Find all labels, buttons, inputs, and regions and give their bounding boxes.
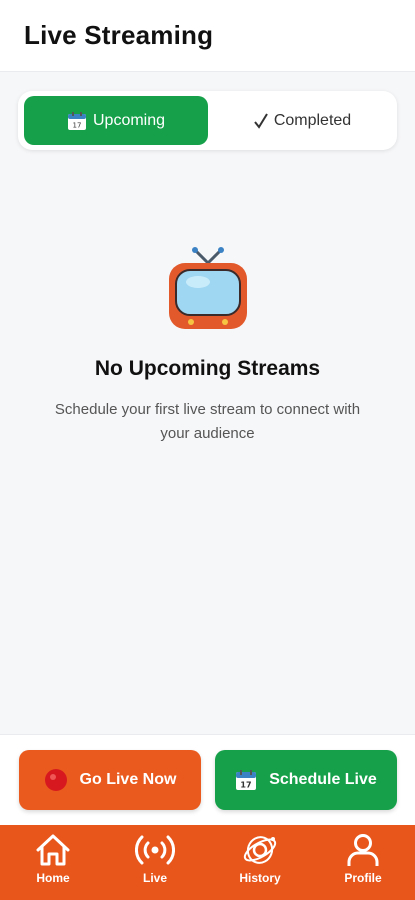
checkmark-icon [254, 112, 268, 129]
nav-item-home[interactable]: Home [8, 833, 98, 895]
history-icon [243, 836, 277, 864]
schedule-live-button[interactable]: 17 Schedule Live [215, 750, 397, 810]
calendar-icon: 17 [235, 769, 257, 791]
calendar-icon: 17 [67, 111, 87, 131]
svg-text:17: 17 [241, 781, 252, 790]
nav-item-profile[interactable]: Profile [318, 833, 408, 895]
nav-label-history: History [239, 871, 281, 885]
nav-label-profile: Profile [344, 871, 382, 885]
red-circle-icon [44, 768, 68, 792]
bottom-nav: Home Live History Profile [0, 825, 415, 900]
nav-label-home: Home [36, 871, 70, 885]
tv-icon [168, 247, 247, 329]
nav-label-live: Live [142, 871, 167, 885]
app-header: Live Streaming [0, 0, 415, 72]
empty-state-title: No Upcoming Streams [94, 357, 321, 380]
action-bar: Go Live Now 17 Schedule Live [0, 734, 415, 825]
tab-upcoming[interactable]: 17 Upcoming [24, 96, 208, 145]
nav-item-history[interactable]: History [215, 833, 305, 895]
svg-text:17: 17 [73, 121, 82, 129]
profile-icon [347, 834, 379, 866]
empty-state-subtitle: Schedule your first live stream to conne… [54, 401, 361, 442]
go-live-label: Go Live Now [79, 771, 177, 788]
page-title: Live Streaming [24, 20, 214, 50]
tab-completed[interactable]: Completed [214, 96, 391, 145]
nav-item-live[interactable]: Live [110, 833, 200, 895]
empty-state: No Upcoming Streams Schedule your first … [0, 245, 415, 442]
broadcast-icon [135, 835, 175, 865]
schedule-live-label: Schedule Live [269, 771, 377, 788]
tab-upcoming-label: Upcoming [92, 111, 166, 129]
go-live-button[interactable]: Go Live Now [19, 750, 201, 810]
home-icon [36, 834, 70, 866]
tab-bar: 17 Upcoming Completed [18, 91, 397, 150]
tab-completed-label: Completed [273, 111, 352, 129]
